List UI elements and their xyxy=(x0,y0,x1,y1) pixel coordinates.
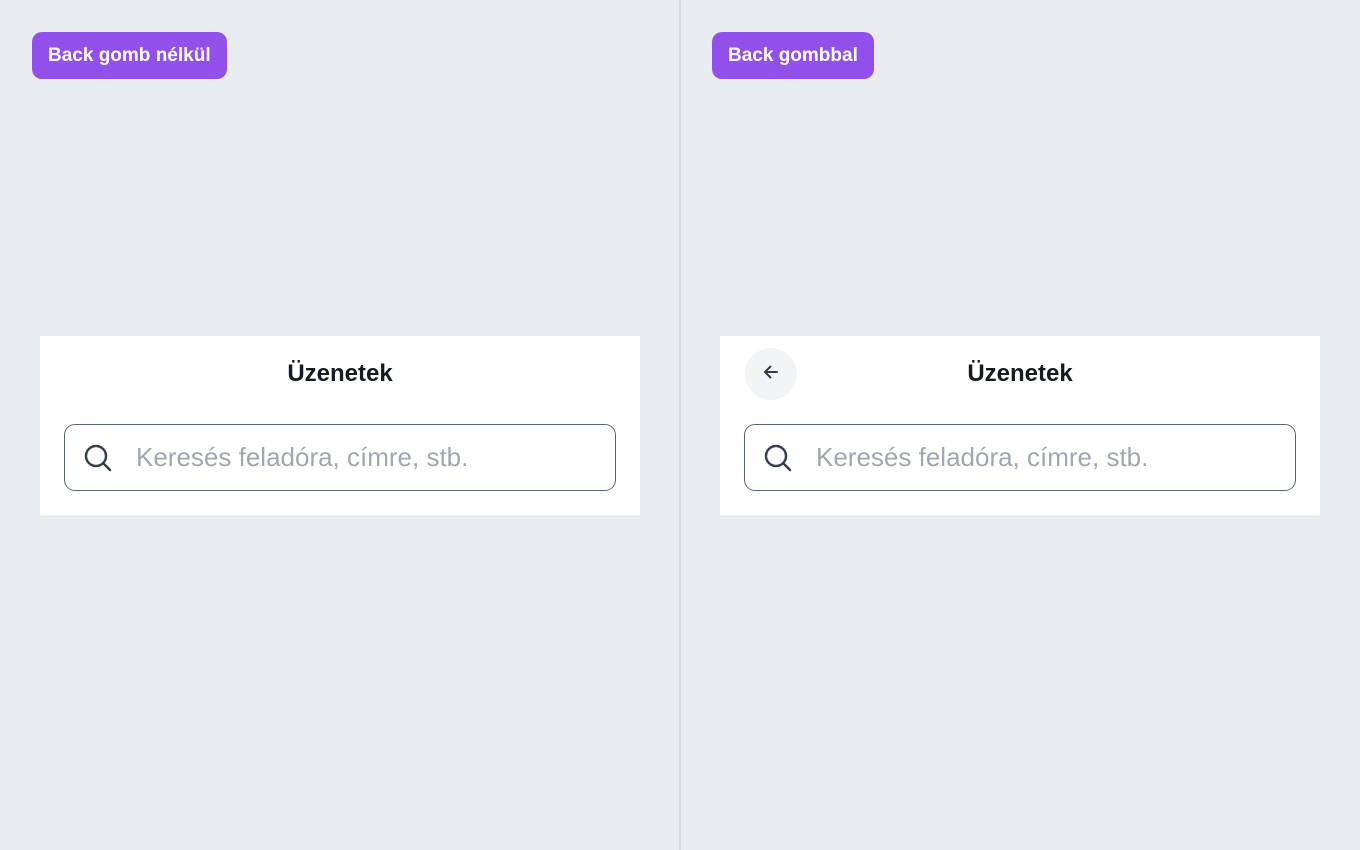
header-card: Üzenetek xyxy=(40,336,640,515)
variant-tag: Back gomb nélkül xyxy=(32,32,227,79)
search-icon xyxy=(82,442,114,474)
page-title: Üzenetek xyxy=(287,360,393,387)
search-field[interactable] xyxy=(744,424,1296,491)
search-input[interactable] xyxy=(136,437,615,478)
page-title: Üzenetek xyxy=(967,360,1073,387)
variant-tag: Back gombbal xyxy=(712,32,874,79)
variant-panel-without-back: Back gomb nélkül Üzenetek xyxy=(0,0,679,850)
search-field[interactable] xyxy=(64,424,616,491)
header-card: Üzenetek xyxy=(720,336,1320,515)
header-bar: Üzenetek xyxy=(40,348,640,400)
header-bar: Üzenetek xyxy=(720,348,1320,400)
search-icon xyxy=(762,442,794,474)
variant-panel-with-back: Back gombbal Üzenetek xyxy=(681,0,1360,850)
comparison-stage: Back gomb nélkül Üzenetek Back gombbal xyxy=(0,0,1360,850)
search-input[interactable] xyxy=(816,437,1295,478)
